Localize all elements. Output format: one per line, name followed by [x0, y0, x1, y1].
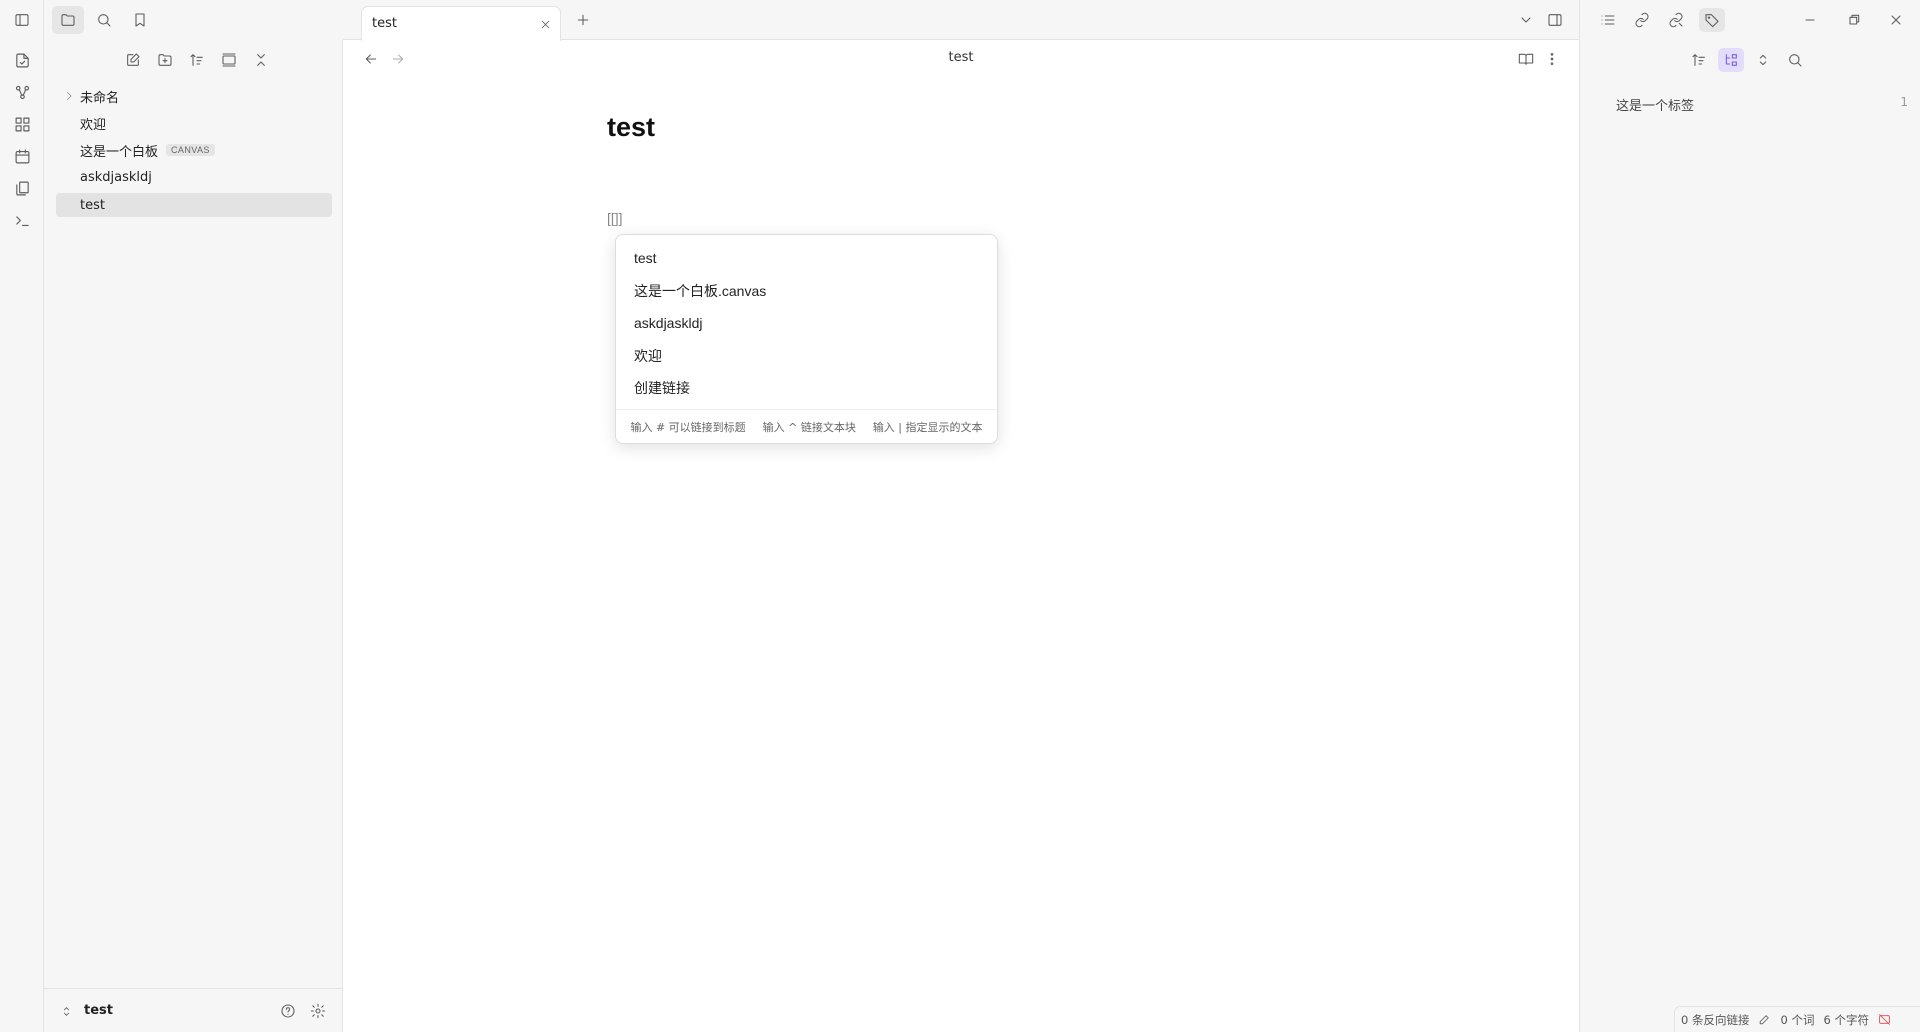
left-sidebar: 未命名 欢迎 这是一个白板 CANVAS askdjaskldj test te… — [44, 40, 343, 1032]
sync-disabled-icon[interactable] — [1878, 1013, 1891, 1026]
outline-list-icon[interactable] — [1595, 8, 1621, 32]
minimize-icon[interactable] — [1790, 6, 1830, 34]
suggestion-hint: 输入 # 可以链接到标题 — [630, 420, 746, 434]
canvas-icon[interactable] — [10, 112, 34, 136]
tag-count: 1 — [1900, 95, 1908, 109]
sort-icon[interactable] — [184, 48, 210, 72]
tree-file-test[interactable]: test — [56, 193, 332, 217]
new-folder-icon[interactable] — [152, 48, 178, 72]
more-options-icon[interactable] — [1544, 49, 1560, 69]
tree-item-label: 未命名 — [80, 90, 120, 106]
tab-test[interactable]: test — [361, 6, 561, 41]
backlinks-count[interactable]: 0 条反向链接 — [1681, 1012, 1749, 1028]
sort-tags-icon[interactable] — [1686, 48, 1712, 72]
reading-view-book-icon[interactable] — [1516, 49, 1536, 69]
tree-item-label: 欢迎 — [80, 117, 107, 133]
tags-icon[interactable] — [1699, 8, 1725, 32]
terminal-icon[interactable] — [10, 208, 34, 232]
char-count: 6 个字符 — [1823, 1012, 1869, 1027]
chevron-right-icon[interactable] — [62, 88, 76, 104]
suggestion-item[interactable]: 创建链接 — [624, 373, 989, 403]
tag-row[interactable]: 这是一个标签 1 — [1616, 95, 1908, 114]
vault-switcher-bar: test — [44, 988, 343, 1032]
restore-window-icon[interactable] — [1834, 6, 1874, 34]
bookmark-icon[interactable] — [124, 6, 156, 34]
expand-collapse-icon[interactable] — [1750, 48, 1776, 72]
left-sidebar-tab-bar — [15, 0, 343, 40]
link-suggestion-popup: test 这是一个白板.canvas askdjaskldj 欢迎 创建链接 输… — [615, 234, 998, 444]
right-sidebar: 这是一个标签 1 — [1579, 40, 1920, 1032]
file-explorer-toolbar — [44, 40, 343, 80]
tag-hierarchy-icon[interactable] — [1718, 48, 1744, 72]
ribbon — [0, 0, 44, 1032]
suggestion-hint: 输入 | 指定显示的文本 — [872, 420, 983, 434]
tree-file-canvas[interactable]: 这是一个白板 CANVAS — [56, 138, 332, 162]
help-icon[interactable] — [278, 1001, 298, 1021]
tree-item-label: 这是一个白板 — [80, 144, 159, 160]
close-window-icon[interactable] — [1876, 6, 1916, 34]
settings-gear-icon[interactable] — [308, 1001, 328, 1021]
calendar-icon[interactable] — [10, 144, 34, 168]
backlinks-icon[interactable] — [1629, 8, 1655, 32]
suggestion-footer: 输入 # 可以链接到标题 输入 ^ 链接文本块 输入 | 指定显示的文本 — [616, 409, 997, 443]
collapse-all-icon[interactable] — [248, 48, 274, 72]
auto-reveal-icon[interactable] — [216, 48, 242, 72]
new-note-icon[interactable] — [120, 48, 146, 72]
graph-view-icon[interactable] — [10, 80, 34, 104]
outgoing-links-icon[interactable] — [1663, 8, 1689, 32]
search-icon[interactable] — [88, 6, 120, 34]
toggle-left-sidebar-icon[interactable] — [6, 6, 38, 34]
edit-mode-pencil-icon[interactable] — [1758, 1013, 1771, 1026]
tree-folder-untitled[interactable]: 未命名 — [56, 84, 332, 108]
templates-icon[interactable] — [10, 176, 34, 200]
tag-label: 这是一个标签 — [1616, 99, 1695, 114]
toggle-right-sidebar-icon[interactable] — [1543, 9, 1567, 31]
tab-title: test — [372, 16, 397, 31]
open-quick-switcher-icon[interactable] — [10, 48, 34, 72]
view-title[interactable]: test — [343, 50, 1579, 65]
canvas-badge: CANVAS — [166, 144, 215, 156]
word-count: 0 个词 — [1780, 1012, 1815, 1027]
close-icon[interactable] — [536, 15, 554, 33]
view-header: test — [343, 40, 1579, 78]
new-tab-plus-icon[interactable] — [571, 8, 595, 32]
editor[interactable]: test [[]] — [343, 78, 1579, 1032]
suggestion-item[interactable]: 这是一个白板.canvas — [624, 276, 989, 306]
search-tags-icon[interactable] — [1782, 48, 1808, 72]
tree-file-welcome[interactable]: 欢迎 — [56, 111, 332, 135]
suggestion-item[interactable]: 欢迎 — [624, 341, 989, 371]
right-sidebar-tab-bar — [1579, 0, 1920, 40]
tab-list-chevron-down-icon[interactable] — [1515, 9, 1537, 31]
tree-item-label: test — [80, 197, 105, 213]
status-bar: 0 条反向链接 0 个词 6 个字符 — [1674, 1006, 1920, 1032]
editor-link-text[interactable]: [[]] — [607, 210, 623, 226]
suggestion-item[interactable]: askdjaskldj — [624, 308, 989, 338]
vault-name[interactable]: test — [84, 1003, 113, 1018]
suggestion-item[interactable]: test — [624, 243, 989, 273]
document-title[interactable]: test — [607, 112, 655, 143]
tree-file-askdjaskldj[interactable]: askdjaskldj — [56, 165, 332, 189]
tree-item-label: askdjaskldj — [80, 169, 152, 185]
file-explorer-icon[interactable] — [52, 6, 84, 34]
vault-switcher-icon[interactable] — [58, 1003, 74, 1019]
suggestion-hint: 输入 ^ 链接文本块 — [762, 420, 856, 434]
tab-bar: test — [343, 0, 1579, 41]
